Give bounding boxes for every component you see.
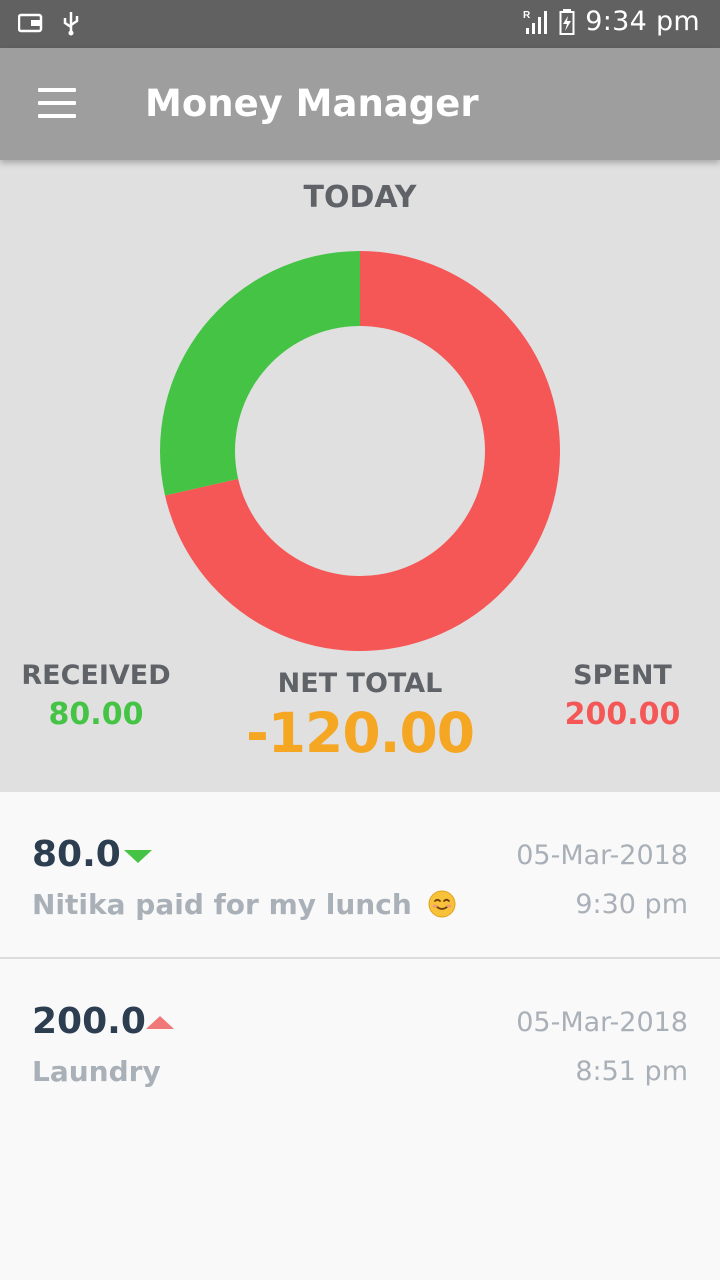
transaction-date: 05-Mar-2018 [516,840,688,871]
usb-icon [63,12,79,36]
hamburger-menu-icon[interactable] [38,88,76,118]
smiling-face-icon [428,890,455,918]
net-total-summary: NET TOTAL -120.00 [230,668,490,765]
spent-value: 200.00 [564,697,681,732]
status-bar: R 9:34 pm [0,0,720,48]
transaction-date: 05-Mar-2018 [516,1007,688,1038]
received-value: 80.00 [48,697,144,732]
transaction-amount: 80.0 [32,834,121,875]
svg-text:R: R [523,10,531,21]
received-label: RECEIVED [21,660,171,691]
spent-summary: SPENT 200.00 [550,660,695,732]
arrow-up-icon [146,1016,174,1029]
transaction-time: 9:30 pm [575,889,688,920]
donut-slice-received [160,251,360,496]
transaction-list: 80.0 Nitika paid for my lunch 05-Mar-201… [0,792,720,1126]
received-summary: RECEIVED 80.00 [15,660,177,732]
spent-label: SPENT [573,660,672,691]
status-clock: 9:34 pm [585,6,700,37]
wallet-icon [18,13,43,33]
app-title: Money Manager [145,82,479,125]
transaction-time: 8:51 pm [575,1056,688,1087]
transaction-row[interactable]: 80.0 Nitika paid for my lunch 05-Mar-201… [0,792,720,959]
transaction-description: Nitika paid for my lunch [32,888,456,921]
net-total-value: -120.00 [245,701,475,765]
transaction-description-text: Nitika paid for my lunch [32,888,412,921]
summary-panel: TODAY RECEIVED 80.00 NET TOTAL -120.00 S… [0,160,720,792]
transaction-amount: 200.0 [32,1001,146,1042]
transaction-description: Laundry [32,1055,161,1088]
app-bar: Money Manager [0,48,720,160]
arrow-down-icon [124,850,152,863]
signal-icon: R [523,10,548,34]
battery-charging-icon [559,8,575,35]
net-total-label: NET TOTAL [277,668,443,699]
transaction-row[interactable]: 200.0 Laundry 05-Mar-2018 8:51 pm [0,959,720,1126]
